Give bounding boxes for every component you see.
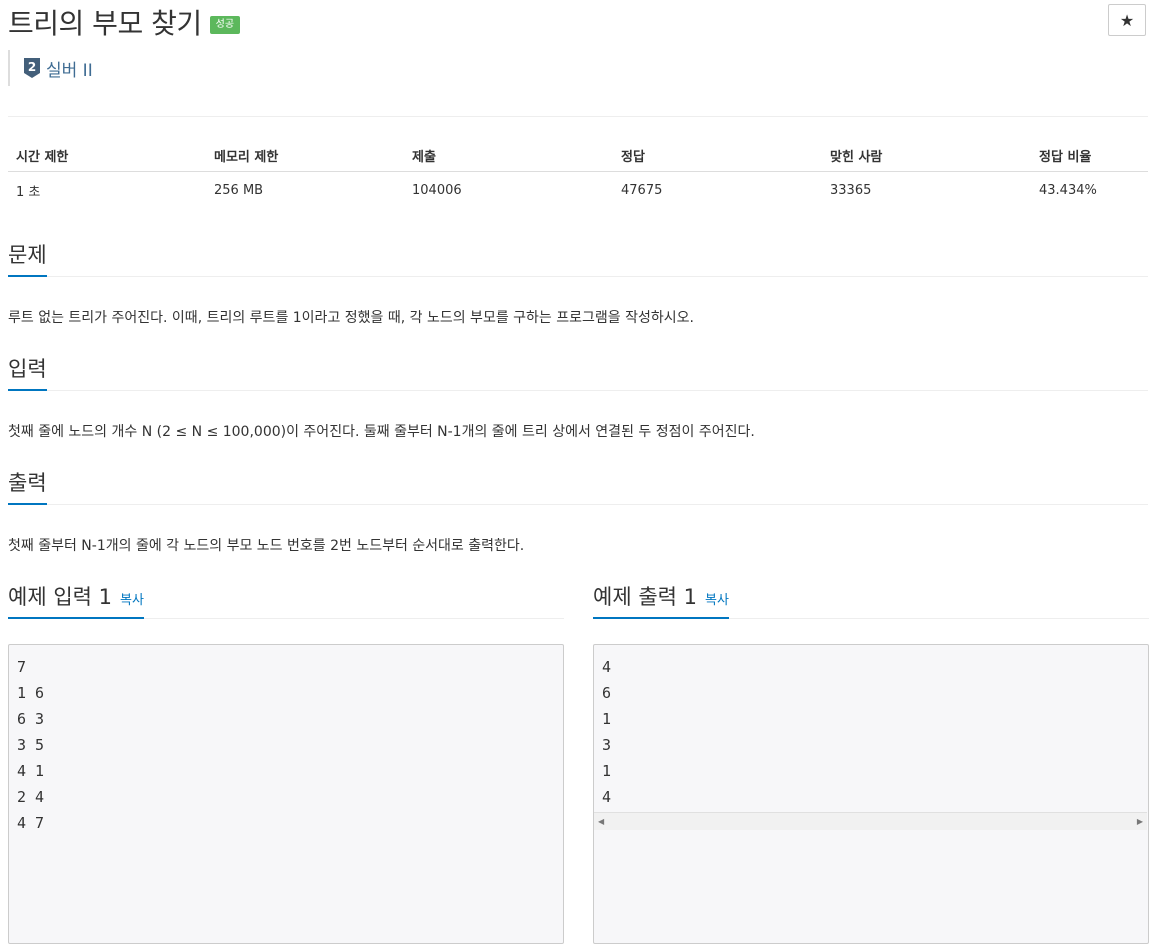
divider (8, 116, 1148, 117)
code-line: 1 (602, 710, 612, 728)
code-line: 4 1 (17, 762, 45, 780)
sample-input-title: 예제 입력 1 (8, 585, 112, 609)
code-line: 3 (602, 736, 612, 754)
table-cell: 43.434% (1039, 182, 1097, 198)
section-title: 예제 입력 1 복사 (8, 581, 144, 619)
tier-level: 2 (28, 60, 36, 74)
section-title: 예제 출력 1 복사 (593, 581, 729, 619)
table-header: 정답 비율 (1031, 140, 1148, 172)
section-title: 출력 (8, 467, 47, 505)
sample-input-section: 예제 입력 1 복사 7 1 6 6 3 3 5 4 1 2 4 4 7 (8, 576, 564, 944)
table-cell: 1 초 (16, 184, 41, 200)
section-header: 예제 입력 1 복사 (8, 576, 564, 619)
scroll-left-icon[interactable]: ◀ (598, 817, 604, 826)
section-header: 출력 (8, 468, 1148, 505)
code-line: 6 3 (17, 710, 45, 728)
tier-label: 실버 II (46, 60, 93, 81)
silver-tier-icon: 2 (24, 58, 40, 78)
table-cell: 256 MB (214, 182, 264, 198)
section-header: 문제 (8, 240, 1148, 277)
code-line: 4 (602, 788, 612, 806)
code-line: 4 (602, 658, 612, 676)
section-title: 입력 (8, 353, 47, 391)
copy-sample-output-link[interactable]: 복사 (705, 593, 729, 608)
code-line: 3 5 (17, 736, 45, 754)
input-section: 입력 첫째 줄에 노드의 개수 N (2 ≤ N ≤ 100,000)이 주어진… (8, 354, 1148, 441)
problem-title: 트리의 부모 찾기 (8, 7, 202, 40)
sample-input-code[interactable]: 7 1 6 6 3 3 5 4 1 2 4 4 7 (8, 644, 564, 944)
tier-indicator[interactable]: 2 실버 II (8, 50, 93, 86)
code-line: 7 (17, 658, 27, 676)
input-description-text: 첫째 줄에 노드의 개수 N (2 ≤ N ≤ 100,000)이 주어진다. … (8, 424, 755, 440)
status-badge: 성공 (209, 16, 241, 34)
sample-output-code[interactable]: 4 6 1 3 1 4 (593, 644, 1149, 944)
table-header: 시간 제한 (8, 140, 206, 172)
scroll-right-icon[interactable]: ▶ (1137, 817, 1143, 826)
table-cell: 33365 (830, 182, 872, 198)
star-icon: ★ (1119, 10, 1135, 30)
copy-sample-input-link[interactable]: 복사 (120, 593, 144, 608)
sample-output-title: 예제 출력 1 (593, 585, 697, 609)
sample-output-section: 예제 출력 1 복사 4 6 1 3 1 4 (593, 576, 1149, 944)
table-header-row: 시간 제한 메모리 제한 제출 정답 맞힌 사람 정답 비율 (8, 140, 1148, 172)
horizontal-scrollbar[interactable]: ◀ ▶ (594, 812, 1147, 830)
code-line: 1 6 (17, 684, 45, 702)
table-header: 맞힌 사람 (822, 140, 1031, 172)
favorite-button[interactable]: ★ (1108, 4, 1146, 36)
table-cell: 47675 (621, 182, 663, 198)
table-cell: 104006 (412, 182, 462, 198)
output-description-text: 첫째 줄부터 N-1개의 줄에 각 노드의 부모 노드 번호를 2번 노드부터 … (8, 538, 525, 554)
code-line: 6 (602, 684, 612, 702)
section-title: 문제 (8, 239, 47, 277)
section-header: 예제 출력 1 복사 (593, 576, 1149, 619)
code-line: 1 (602, 762, 612, 780)
code-line: 4 7 (17, 814, 45, 832)
section-header: 입력 (8, 354, 1148, 391)
output-section: 출력 첫째 줄부터 N-1개의 줄에 각 노드의 부모 노드 번호를 2번 노드… (8, 468, 1148, 555)
code-line: 2 4 (17, 788, 45, 806)
table-header: 정답 (613, 140, 822, 172)
title-row: 트리의 부모 찾기 성공 (8, 2, 241, 42)
table-header: 메모리 제한 (206, 140, 404, 172)
description-text: 루트 없는 트리가 주어진다. 이때, 트리의 루트를 1이라고 정했을 때, … (8, 310, 694, 326)
problem-description-section: 문제 루트 없는 트리가 주어진다. 이때, 트리의 루트를 1이라고 정했을 … (8, 240, 1148, 327)
table-row: 1 초 256 MB 104006 47675 33365 43.434% (8, 172, 1148, 209)
table-header: 제출 (404, 140, 613, 172)
problem-info-table: 시간 제한 메모리 제한 제출 정답 맞힌 사람 정답 비율 1 초 256 M… (8, 140, 1148, 208)
